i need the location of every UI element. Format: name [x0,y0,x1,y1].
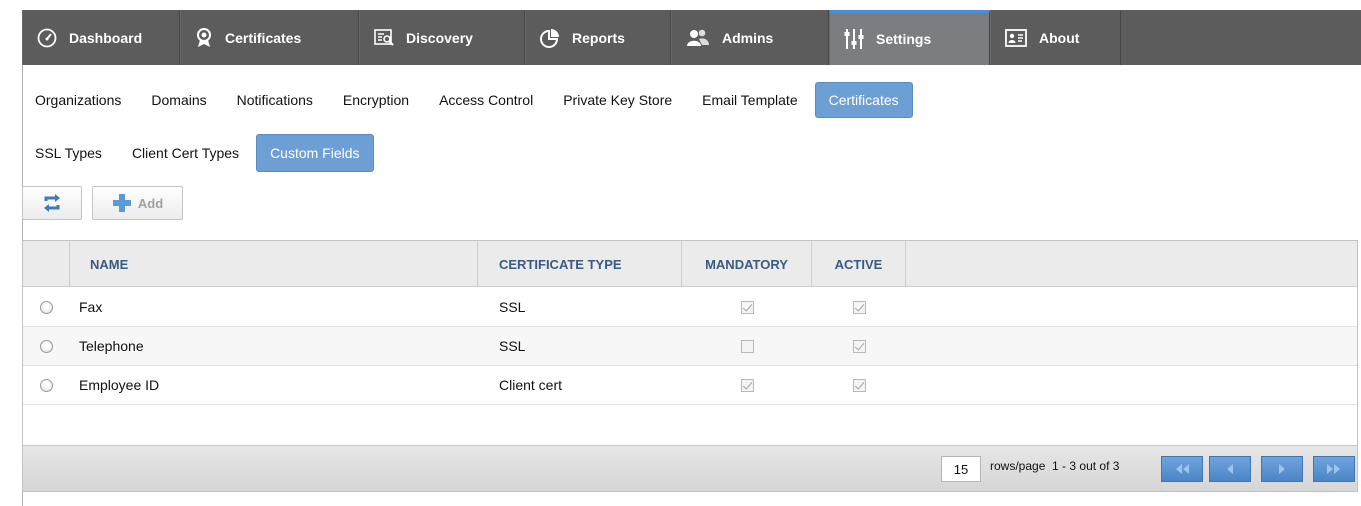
tab-label: Admins [722,29,774,46]
active-checkbox [852,339,866,353]
plus-icon [112,194,131,212]
subnav-custom-fields[interactable]: Custom Fields [256,134,374,172]
last-page-button[interactable] [1313,456,1355,482]
certificate-badge-icon [197,27,211,47]
tab-settings[interactable]: Settings [829,10,990,65]
table-row[interactable]: Telephone SSL [23,327,1357,366]
top-navigation: Dashboard Certificates Discovery Reports… [22,10,1361,65]
custom-fields-grid: NAME CERTIFICATE TYPE MANDATORY ACTIVE F… [22,240,1358,492]
tab-certificates[interactable]: Certificates [180,10,359,65]
add-button-label: Add [137,195,164,211]
cell-certificate-type: SSL [499,338,526,354]
subnav-client-cert-types[interactable]: Client Cert Types [119,134,252,172]
row-select-radio[interactable] [40,378,53,392]
subnav-access-control[interactable]: Access Control [426,82,546,118]
first-page-button[interactable] [1161,456,1203,482]
id-card-icon [1005,28,1027,47]
refresh-icon [44,194,60,212]
header-name[interactable]: NAME [70,241,478,287]
subnav-organizations[interactable]: Organizations [22,82,134,118]
subnav-notifications[interactable]: Notifications [224,82,326,118]
users-icon [687,29,709,46]
certificates-subnav: SSL Types Client Cert Types Custom Field… [22,134,378,172]
subnav-certificates[interactable]: Certificates [814,82,913,118]
pager-range: 1 - 3 out of 3 [1052,459,1120,473]
header-filler [906,241,1357,287]
row-select-radio[interactable] [40,339,53,353]
tab-label: Settings [876,31,932,47]
tab-admins[interactable]: Admins [671,10,829,65]
header-select-column [23,241,70,287]
last-page-icon [1327,464,1340,474]
prev-page-icon [1227,464,1233,474]
row-select-radio[interactable] [40,300,53,314]
table-row[interactable]: Fax SSL [23,288,1357,327]
tab-label: Discovery [406,29,473,46]
subnav-private-key-store[interactable]: Private Key Store [550,82,685,118]
cell-certificate-type: Client cert [499,377,563,393]
tab-reports[interactable]: Reports [525,10,671,65]
table-row[interactable]: Employee ID Client cert [23,366,1357,405]
next-page-icon [1279,464,1285,474]
mandatory-checkbox [740,339,754,353]
sliders-icon [844,29,864,49]
subnav-domains[interactable]: Domains [138,82,219,118]
prev-page-button[interactable] [1209,456,1251,482]
cell-name: Employee ID [79,377,160,393]
tab-label: About [1039,29,1080,46]
pie-chart-icon [540,28,559,48]
header-mandatory[interactable]: MANDATORY [682,241,812,287]
tab-about[interactable]: About [990,10,1121,65]
pager-summary: rows/page 1 - 3 out of 3 [990,459,1119,473]
subnav-email-template[interactable]: Email Template [689,82,810,118]
subnav-encryption[interactable]: Encryption [330,82,422,118]
cell-name: Fax [79,299,103,315]
subnav-ssl-types[interactable]: SSL Types [22,134,115,172]
tab-discovery[interactable]: Discovery [359,10,525,65]
active-checkbox [852,378,866,392]
gauge-icon [37,28,57,47]
discovery-icon [374,28,394,46]
rows-per-page-input[interactable]: 15 [941,456,981,482]
grid-header: NAME CERTIFICATE TYPE MANDATORY ACTIVE [23,241,1357,287]
next-page-button[interactable] [1261,456,1303,482]
refresh-button[interactable] [22,186,82,220]
cell-name: Telephone [79,338,144,354]
header-certificate-type[interactable]: CERTIFICATE TYPE [478,241,682,287]
header-active[interactable]: ACTIVE [812,241,906,287]
tab-label: Reports [572,29,625,46]
rows-per-page-label: rows/page [990,459,1046,473]
tab-label: Certificates [225,29,302,46]
add-button[interactable]: Add [92,186,183,220]
cell-certificate-type: SSL [499,299,526,315]
grid-pager: 15 rows/page 1 - 3 out of 3 [23,445,1357,491]
settings-subnav: Organizations Domains Notifications Encr… [22,81,917,119]
tab-dashboard[interactable]: Dashboard [22,10,180,65]
tab-label: Dashboard [69,29,143,46]
first-page-icon [1176,464,1189,474]
active-checkbox [852,300,866,314]
mandatory-checkbox [740,300,754,314]
mandatory-checkbox [740,378,754,392]
